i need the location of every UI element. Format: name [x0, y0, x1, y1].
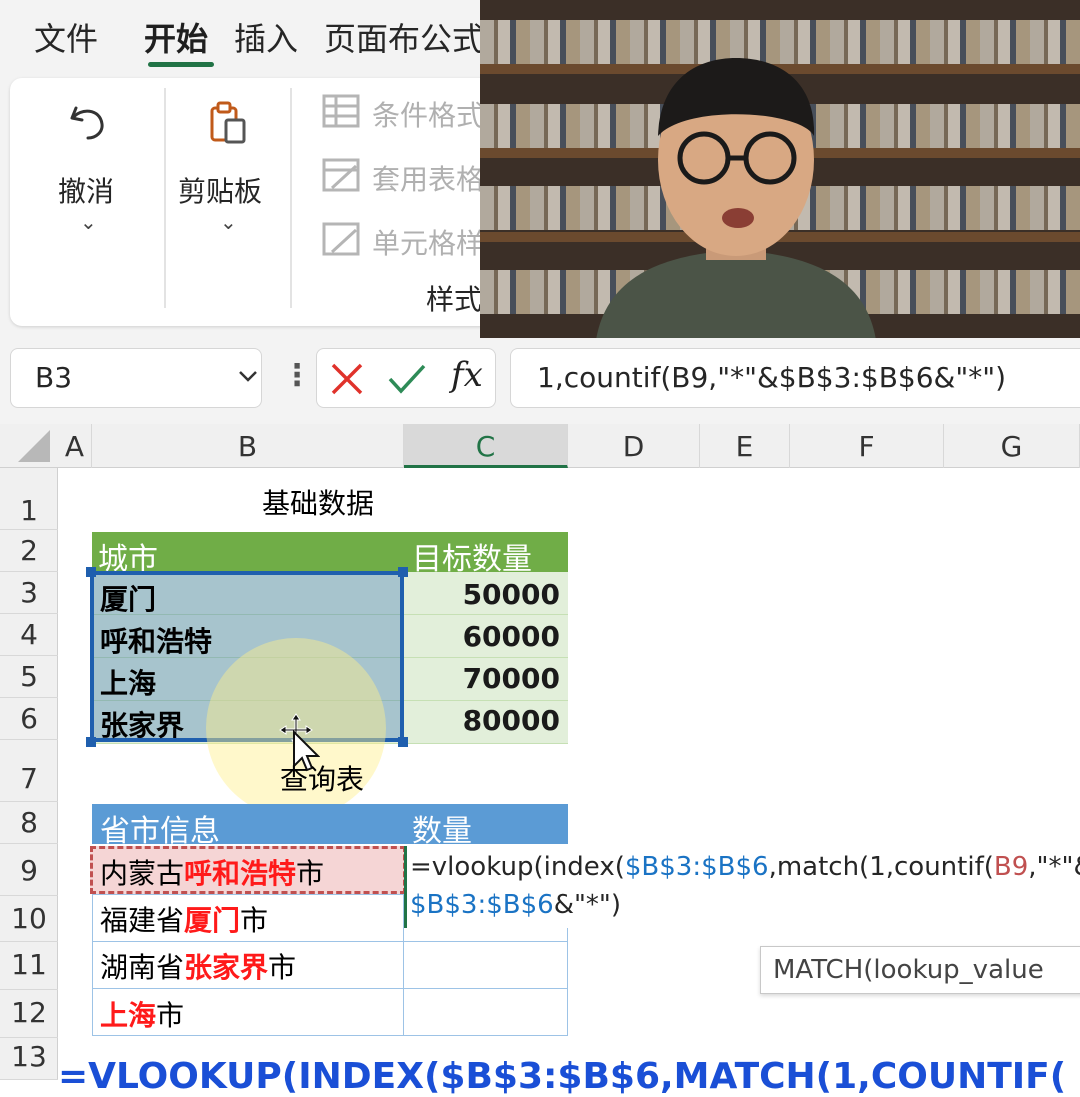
clipboard-chevron-icon[interactable]: ⌄ [220, 210, 237, 234]
row-header[interactable]: 13 [0, 1038, 58, 1080]
row-header[interactable]: 11 [0, 942, 58, 990]
tab-page-layout[interactable]: 页面布 [324, 14, 420, 60]
ribbon-separator [164, 88, 166, 308]
cell-styles-button[interactable]: 单元格样 [372, 222, 484, 262]
tab-formulas[interactable]: 公式 [420, 14, 484, 60]
table2-info-cell[interactable]: 内蒙古呼和浩特市 [100, 852, 324, 892]
formula-caption: =VLOOKUP(INDEX($B$3:$B$6,MATCH(1,COUNTIF… [58, 1056, 1067, 1097]
formula-input[interactable]: 1,countif(B9,"*"&$B$3:$B$6&"*") [510, 348, 1080, 408]
suffix-text: 市 [240, 904, 269, 937]
row-header[interactable]: 1 [0, 468, 58, 530]
select-all-corner[interactable] [0, 424, 58, 468]
clipboard-label[interactable]: 剪贴板 [178, 170, 262, 210]
row-header[interactable]: 9 [0, 844, 58, 896]
cancel-icon[interactable] [329, 361, 365, 397]
format-as-table-icon[interactable] [322, 158, 360, 192]
row-header[interactable]: 6 [0, 698, 58, 740]
column-header-e[interactable]: E [700, 424, 790, 468]
formula-cell-ref: B9 [993, 852, 1029, 882]
ribbon-panel: 撤消 ⌄ 剪贴板 ⌄ 条件格式 套用表格 单元格样 样式 [10, 78, 530, 326]
selection-handle[interactable] [398, 567, 408, 577]
city-text: 呼和浩特 [184, 857, 297, 890]
row-header[interactable]: 10 [0, 896, 58, 942]
formula-token: ,match(1,countif( [768, 852, 994, 882]
suffix-text: 市 [156, 999, 185, 1032]
name-box[interactable]: B3 [10, 348, 262, 408]
column-header-bar: A B C D E F G [0, 424, 1080, 468]
tab-file[interactable]: 文件 [34, 14, 98, 60]
row-header[interactable]: 3 [0, 572, 58, 614]
table1-qty-cell[interactable]: 80000 [410, 704, 560, 737]
formula-text: 1,countif(B9,"*"&$B$3:$B$6&"*") [537, 361, 1007, 394]
table1-qty-cell[interactable]: 70000 [410, 662, 560, 695]
formula-token: =vlookup(index( [410, 852, 625, 882]
presenter-webcam-overlay [480, 0, 1080, 338]
function-signature-tooltip[interactable]: MATCH(lookup_value [760, 946, 1080, 994]
suffix-text: 市 [296, 857, 325, 890]
cell-styles-icon[interactable] [322, 222, 360, 256]
styles-group-label: 样式 [426, 283, 483, 316]
column-header-g[interactable]: G [944, 424, 1080, 468]
table2-header-info[interactable]: 省市信息 [100, 806, 220, 850]
enter-check-icon[interactable] [387, 361, 427, 397]
province-text: 内蒙古 [100, 857, 185, 890]
row-header-bar: 1 2 3 4 5 6 7 8 9 10 11 12 13 [0, 468, 58, 1080]
city-text: 厦门 [184, 904, 241, 937]
row-header[interactable]: 7 [0, 740, 58, 802]
undo-chevron-icon[interactable]: ⌄ [80, 210, 97, 234]
column-header-f[interactable]: F [790, 424, 944, 468]
undo-icon[interactable] [66, 100, 110, 144]
suffix-text: 市 [268, 951, 297, 984]
table1-city-cell[interactable]: 上海 [100, 662, 156, 702]
ribbon-separator [290, 88, 292, 308]
undo-label[interactable]: 撤消 [58, 170, 114, 210]
edit-formula-line1: =vlookup(index($B$3:$B$6,match(1,countif… [410, 852, 1080, 882]
table2-header-qty[interactable]: 数量 [412, 806, 472, 850]
formula-token: ,"*"& [1028, 852, 1080, 882]
format-as-table-button[interactable]: 套用表格 [372, 158, 484, 198]
name-box-value: B3 [35, 361, 73, 394]
table1-city-cell[interactable]: 呼和浩特 [100, 620, 212, 660]
column-header-d[interactable]: D [568, 424, 700, 468]
table1-city-cell[interactable]: 张家界 [100, 704, 184, 744]
column-header-b[interactable]: B [92, 424, 404, 468]
formula-range-ref: $B$3:$B$6 [624, 852, 769, 882]
table1-qty-cell[interactable]: 50000 [410, 578, 560, 611]
selection-handle[interactable] [398, 737, 408, 747]
insert-function-icon[interactable]: fx [451, 355, 483, 395]
edit-formula-line2: $B$3:$B$6&"*") [410, 890, 621, 920]
chevron-down-icon[interactable] [235, 363, 261, 389]
table2-title[interactable]: 查询表 [280, 758, 364, 798]
conditional-format-icon[interactable] [322, 94, 360, 128]
table1-city-cell[interactable]: 厦门 [100, 578, 156, 618]
active-tab-indicator [148, 62, 214, 67]
formula-controls: fx [316, 348, 496, 408]
row-header[interactable]: 12 [0, 990, 58, 1038]
clipboard-icon[interactable] [206, 100, 250, 146]
row-header[interactable]: 2 [0, 530, 58, 572]
province-text: 湖南省 [100, 951, 185, 984]
column-header-a[interactable]: A [58, 424, 92, 468]
formula-range-ref: $B$3:$B$6 [410, 890, 554, 920]
table1-title[interactable]: 基础数据 [262, 482, 374, 522]
tab-insert[interactable]: 插入 [234, 14, 298, 60]
formula-token: &"*") [553, 890, 622, 920]
row-header[interactable]: 5 [0, 656, 58, 698]
table2-info-cell[interactable]: 福建省厦门市 [100, 899, 268, 939]
table2-info-cell[interactable]: 上海市 [100, 994, 184, 1034]
selection-handle[interactable] [86, 567, 96, 577]
province-text: 福建省 [100, 904, 185, 937]
row-header[interactable]: 8 [0, 802, 58, 844]
selection-handle[interactable] [86, 737, 96, 747]
more-options-icon[interactable]: ⋮ [282, 358, 312, 393]
row-header[interactable]: 4 [0, 614, 58, 656]
conditional-format-button[interactable]: 条件格式 [372, 94, 484, 134]
presenter-silhouette [596, 58, 876, 338]
tab-home[interactable]: 开始 [144, 14, 208, 60]
table2-info-cell[interactable]: 湖南省张家界市 [100, 946, 296, 986]
column-header-c[interactable]: C [404, 424, 568, 468]
table1-qty-cell[interactable]: 60000 [410, 620, 560, 653]
city-text: 张家界 [184, 951, 269, 984]
city-text: 上海 [100, 999, 157, 1032]
